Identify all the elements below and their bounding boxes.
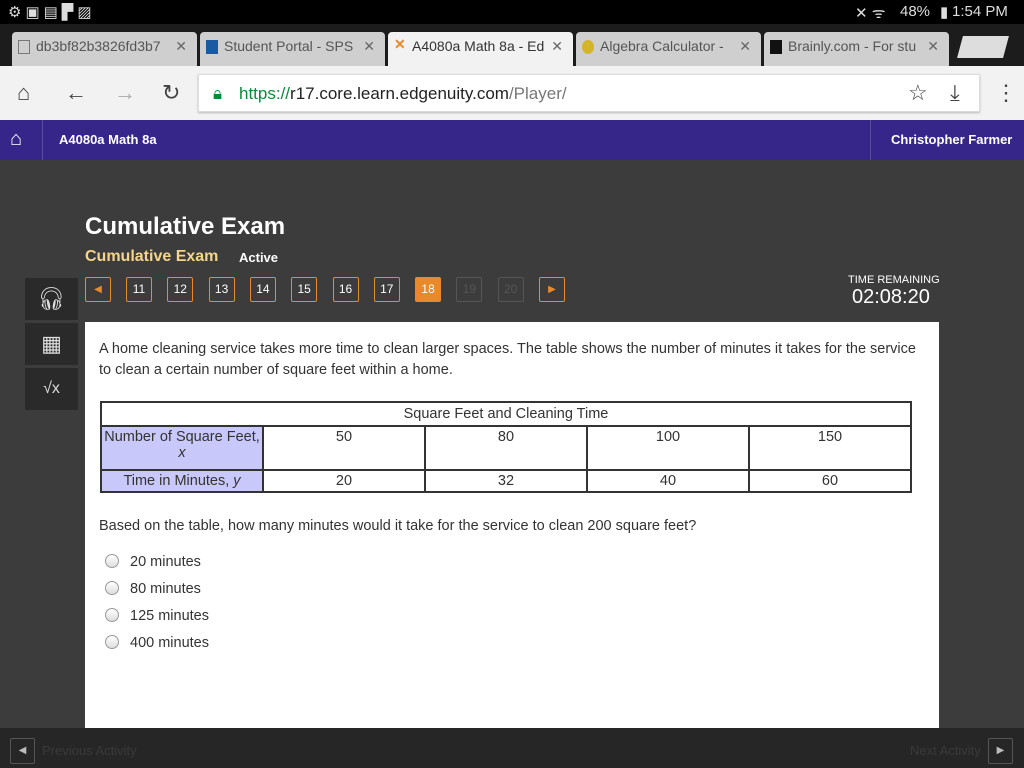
url-path: /Player/ bbox=[508, 84, 567, 103]
table-cell: 150 bbox=[748, 425, 912, 471]
menu-icon[interactable]: ⋮ bbox=[995, 80, 1017, 106]
browser-tab[interactable]: db3bf82b3826fd3b7 ✕ bbox=[12, 32, 197, 66]
prev-question-button[interactable]: ◀ bbox=[85, 277, 111, 302]
lock-icon: 🔒︎ bbox=[213, 84, 223, 103]
forward-icon[interactable]: → bbox=[114, 80, 136, 106]
tab-label: Algebra Calculator - bbox=[600, 38, 724, 54]
reload-icon[interactable]: ↻ bbox=[162, 80, 180, 106]
download-icon[interactable]: ⤓ bbox=[950, 80, 960, 106]
home-icon[interactable]: ⌂ bbox=[10, 128, 22, 151]
answer-option[interactable]: 20 minutes bbox=[105, 554, 201, 570]
close-tab-icon[interactable]: ✕ bbox=[363, 38, 375, 55]
table-cell: 32 bbox=[424, 469, 588, 493]
browser-tab[interactable]: Student Portal - SPS ✕ bbox=[200, 32, 385, 66]
previous-activity-label[interactable]: Previous Activity bbox=[42, 743, 137, 758]
close-tab-icon[interactable]: ✕ bbox=[175, 38, 187, 55]
page-title: Cumulative Exam bbox=[85, 213, 286, 240]
table-cell: 60 bbox=[748, 469, 912, 493]
close-tab-icon[interactable]: ✕ bbox=[927, 38, 939, 55]
answer-option[interactable]: 400 minutes bbox=[105, 635, 209, 651]
answer-option[interactable]: 125 minutes bbox=[105, 608, 209, 624]
close-tab-icon[interactable]: ✕ bbox=[739, 38, 751, 55]
url-host: r17.core.learn.edgenuity.com bbox=[290, 84, 509, 103]
back-icon[interactable]: ← bbox=[65, 80, 87, 106]
radio-button[interactable] bbox=[105, 554, 119, 568]
tab-label: db3bf82b3826fd3b7 bbox=[36, 38, 161, 54]
tab-label: Student Portal - SPS bbox=[224, 38, 354, 54]
tab-strip: db3bf82b3826fd3b7 ✕ Student Portal - SPS ✕… bbox=[0, 24, 1024, 66]
next-activity-button[interactable]: ▶ bbox=[988, 738, 1013, 764]
activity-title: Cumulative Exam bbox=[85, 248, 219, 265]
question-button-15[interactable]: 15 bbox=[291, 277, 318, 302]
url-scheme: https:// bbox=[239, 84, 291, 103]
timer-value: 02:08:20 bbox=[852, 286, 930, 308]
star-icon[interactable]: ☆ bbox=[908, 80, 928, 106]
notification-icons: ⚙▣▤▛▨ bbox=[8, 4, 96, 21]
question-button-16[interactable]: 16 bbox=[332, 277, 359, 302]
question-prompt: Based on the table, how many minutes wou… bbox=[99, 518, 697, 534]
calculator-site-icon bbox=[582, 40, 594, 54]
next-activity-label[interactable]: Next Activity bbox=[910, 743, 981, 758]
table-cell: 100 bbox=[586, 425, 750, 471]
brainly-icon bbox=[770, 40, 782, 54]
browser-tab-active[interactable]: ✕ A4080a Math 8a - Ed ✕ bbox=[388, 32, 573, 66]
battery-icon: ▮ bbox=[940, 4, 949, 21]
radio-button[interactable] bbox=[105, 635, 119, 649]
status-bar: ⚙▣▤▛▨ ✕ ᯤ 48% ▮ 1:54 PM bbox=[0, 0, 1024, 24]
tab-label: A4080a Math 8a - Ed bbox=[412, 38, 545, 54]
audio-headphones-icon[interactable]: 🎧︎ bbox=[25, 278, 78, 320]
radio-button[interactable] bbox=[105, 608, 119, 622]
table-cell: 20 bbox=[262, 469, 426, 493]
footer-nav: ◀ Previous Activity Next Activity ▶ bbox=[0, 728, 1024, 768]
next-question-button[interactable]: ▶ bbox=[539, 277, 565, 302]
question-intro: A home cleaning service takes more time … bbox=[99, 341, 916, 378]
question-button-19: 19 bbox=[456, 277, 483, 302]
row-header-y: Time in Minutes, y bbox=[100, 469, 264, 493]
browser-tab[interactable]: Algebra Calculator - ✕ bbox=[576, 32, 761, 66]
table-cell: 80 bbox=[424, 425, 588, 471]
timer-label: TIME REMAINING bbox=[848, 274, 940, 286]
question-button-18[interactable]: 18 bbox=[415, 277, 442, 302]
radio-button[interactable] bbox=[105, 581, 119, 595]
question-panel: A home cleaning service takes more time … bbox=[85, 322, 939, 728]
question-button-14[interactable]: 14 bbox=[249, 277, 276, 302]
table-cell: 40 bbox=[586, 469, 750, 493]
data-table: Square Feet and Cleaning Time Number of … bbox=[100, 401, 912, 493]
table-cell: 50 bbox=[262, 425, 426, 471]
url-bar[interactable]: 🔒︎ https://r17.core.learn.edgenuity.com/… bbox=[198, 74, 980, 112]
previous-activity-button[interactable]: ◀ bbox=[10, 738, 35, 764]
wifi-icon: ✕ ᯤ bbox=[855, 5, 886, 22]
formula-sqrt-icon[interactable]: √x bbox=[25, 368, 78, 410]
question-button-11[interactable]: 11 bbox=[126, 277, 152, 302]
clock: 1:54 PM bbox=[952, 3, 1008, 20]
battery-level: 48% bbox=[900, 3, 931, 20]
question-button-17[interactable]: 17 bbox=[373, 277, 400, 302]
home-icon[interactable]: ⌂ bbox=[17, 80, 30, 106]
new-tab-button[interactable] bbox=[957, 36, 1009, 58]
portal-icon bbox=[206, 40, 218, 54]
course-header: ⌂ A4080a Math 8a Christopher Farmer bbox=[0, 120, 1024, 160]
table-caption: Square Feet and Cleaning Time bbox=[100, 401, 912, 427]
close-tab-icon[interactable]: ✕ bbox=[551, 38, 563, 55]
user-name[interactable]: Christopher Farmer bbox=[891, 132, 1012, 147]
tab-label: Brainly.com - For stu bbox=[788, 38, 917, 54]
document-icon bbox=[18, 40, 30, 54]
activity-status: Active bbox=[239, 250, 279, 265]
question-button-12[interactable]: 12 bbox=[167, 277, 194, 302]
calculator-icon[interactable]: ▦ bbox=[25, 323, 78, 365]
answer-option[interactable]: 80 minutes bbox=[105, 581, 201, 597]
course-title: A4080a Math 8a bbox=[59, 132, 157, 147]
browser-tab[interactable]: Brainly.com - For stu ✕ bbox=[764, 32, 949, 66]
edgenuity-icon: ✕ bbox=[394, 36, 406, 52]
question-button-20: 20 bbox=[497, 277, 524, 302]
question-button-13[interactable]: 13 bbox=[208, 277, 235, 302]
row-header-x: Number of Square Feet, x bbox=[100, 425, 264, 471]
